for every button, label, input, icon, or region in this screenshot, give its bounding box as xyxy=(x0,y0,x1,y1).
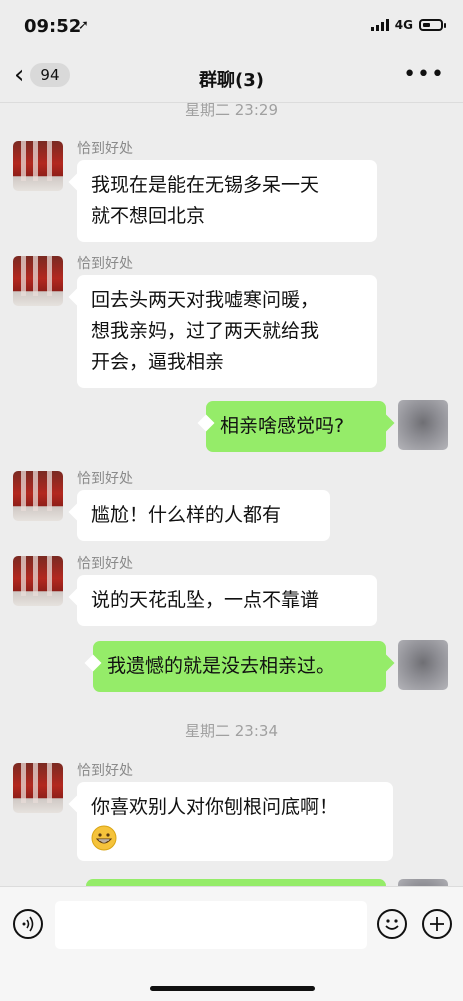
home-indicator xyxy=(150,986,315,991)
status-indicators: 4G xyxy=(370,18,446,32)
sender-name: 恰到好处 xyxy=(77,763,133,779)
plus-icon xyxy=(430,917,444,931)
emoji-smile-icon xyxy=(385,919,399,930)
my-avatar[interactable] xyxy=(398,400,448,450)
plus-button[interactable] xyxy=(422,909,452,939)
chat-title: 群聊(3) xyxy=(199,70,264,91)
message-bubble[interactable]: 你喜欢别人对你刨根问底啊！ xyxy=(77,782,393,861)
my-message-bubble[interactable]: 相亲啥感觉吗? xyxy=(206,401,386,452)
more-button[interactable]: ••• xyxy=(403,62,445,87)
my-avatar[interactable] xyxy=(398,879,448,886)
message-bubble[interactable]: 我现在是能在无锡多呆一天 就不想回北京 xyxy=(77,160,377,242)
ellipsis-icon: ••• xyxy=(403,62,445,87)
network-type: 4G xyxy=(394,18,413,32)
voice-icon xyxy=(22,916,34,932)
emoji-button[interactable] xyxy=(377,909,407,939)
status-bar: 09:52 ➚ 4G xyxy=(0,0,463,52)
sender-name: 恰到好处 xyxy=(77,556,133,572)
message-text: 开会，逼我相亲 xyxy=(91,351,225,373)
message-bubble[interactable]: 说的天花乱坠，一点不靠谱 xyxy=(77,575,377,626)
my-message-bubble[interactable]: 我遗憾的就是没去相亲过。 xyxy=(93,641,386,692)
input-bar xyxy=(0,886,463,1001)
nav-bar: ‹ 94 群聊(3) ••• xyxy=(0,52,463,103)
chat-area[interactable]: 星期二 23:29 恰到好处 我现在是能在无锡多呆一天 就不想回北京 恰到好处 … xyxy=(0,103,463,886)
message-text: 你喜欢别人对你刨根问底啊！ xyxy=(91,796,339,818)
signal-icon xyxy=(370,19,389,31)
grinning-face-emoji xyxy=(91,825,117,851)
battery-icon xyxy=(419,19,446,31)
voice-button[interactable] xyxy=(13,909,43,939)
avatar[interactable] xyxy=(13,141,63,191)
message-text: 就不想回北京 xyxy=(91,205,206,227)
message-text: 想我亲妈，过了两天就给我 xyxy=(91,320,320,342)
status-time: 09:52 xyxy=(24,16,82,37)
sender-name: 恰到好处 xyxy=(77,471,133,487)
my-avatar[interactable] xyxy=(398,640,448,690)
avatar[interactable] xyxy=(13,763,63,813)
message-text: 我现在是能在无锡多呆一天 xyxy=(91,174,320,196)
avatar[interactable] xyxy=(13,256,63,306)
message-text: 说的天花乱坠，一点不靠谱 xyxy=(91,589,320,611)
sender-name: 恰到好处 xyxy=(77,256,133,272)
location-arrow-icon: ➚ xyxy=(78,18,89,33)
message-text: 尴尬！什么样的人都有 xyxy=(91,504,282,526)
message-input[interactable] xyxy=(55,901,367,949)
sender-name: 恰到好处 xyxy=(77,141,133,157)
message-text: 相亲啥感觉吗? xyxy=(220,415,345,437)
avatar[interactable] xyxy=(13,556,63,606)
message-text: 我遗憾的就是没去相亲过。 xyxy=(107,655,336,677)
message-bubble[interactable]: 回去头两天对我嘘寒问暖， 想我亲妈，过了两天就给我 开会，逼我相亲 xyxy=(77,275,377,388)
timestamp: 星期二 23:34 xyxy=(185,722,278,740)
my-message-bubble[interactable] xyxy=(86,879,386,886)
message-bubble[interactable]: 尴尬！什么样的人都有 xyxy=(77,490,330,541)
message-text: 回去头两天对我嘘寒问暖， xyxy=(91,289,320,311)
timestamp: 星期二 23:29 xyxy=(185,103,278,119)
avatar[interactable] xyxy=(13,471,63,521)
